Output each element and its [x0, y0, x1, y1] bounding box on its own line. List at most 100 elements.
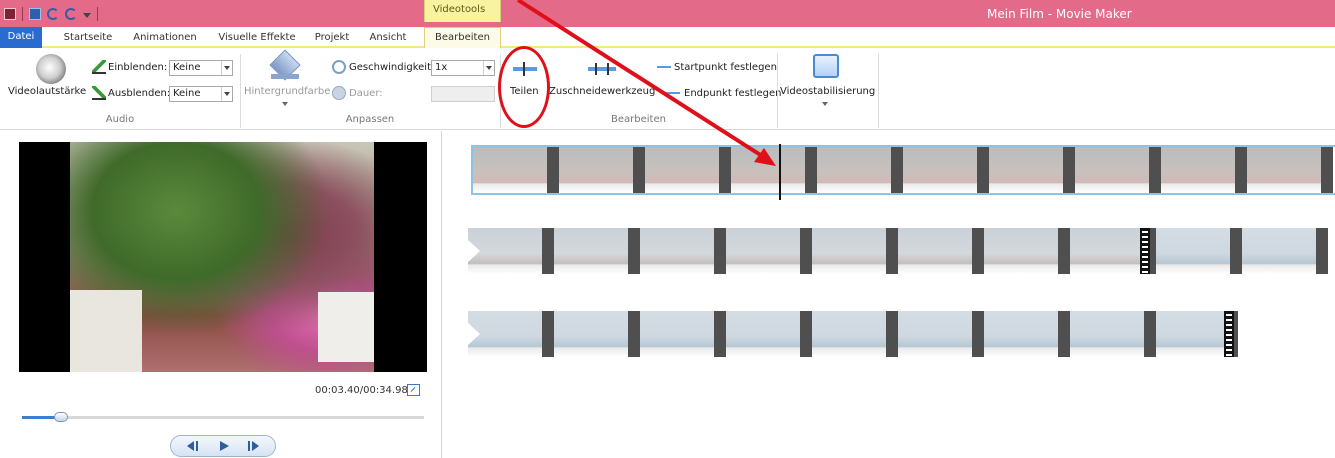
stabilization-icon[interactable] [813, 54, 839, 78]
clip-thumbnail [1247, 147, 1321, 193]
audio-waveform [1070, 343, 1144, 357]
clip-thumbnail [1156, 228, 1230, 274]
audio-waveform [1247, 179, 1321, 193]
tab-ansicht[interactable]: Ansicht [366, 30, 410, 48]
clip-gap [891, 147, 903, 193]
clip-thumbnail [1156, 311, 1230, 357]
clip-thumbnail [1242, 228, 1316, 274]
transition-arrow-icon [468, 240, 480, 262]
audio-waveform [812, 260, 886, 274]
audio-waveform [898, 343, 972, 357]
clip-gap [1149, 147, 1161, 193]
video-clip-strip[interactable] [468, 228, 1335, 274]
clip-thumbnail [554, 311, 628, 357]
speed-value: 1x [435, 62, 448, 73]
background-color-label[interactable]: Hintergrundfarbe [244, 86, 330, 97]
window-title: Mein Film - Movie Maker [987, 7, 1132, 21]
speed-select[interactable]: 1x [431, 60, 495, 76]
trim-tool-button[interactable]: Zuschneidewerkzeug [549, 86, 655, 97]
clip-gap [1144, 311, 1156, 357]
chevron-down-icon[interactable] [221, 87, 232, 101]
video-preview[interactable] [19, 142, 427, 372]
clip-thumbnail [984, 311, 1058, 357]
play-icon[interactable] [209, 438, 239, 454]
stopwatch-icon [332, 86, 346, 100]
fade-in-icon [92, 60, 106, 74]
film-perforation-icon [1224, 311, 1234, 357]
chevron-down-icon[interactable] [282, 102, 288, 106]
speed-icon [332, 60, 346, 74]
playhead[interactable] [779, 144, 781, 200]
chevron-down-icon[interactable] [822, 102, 828, 106]
chevron-down-icon[interactable] [483, 61, 494, 75]
audio-waveform [645, 179, 719, 193]
tab-bearbeiten[interactable]: Bearbeiten [424, 27, 501, 48]
clip-thumbnail [898, 228, 972, 274]
clip-gap [886, 311, 898, 357]
duration-input[interactable] [431, 86, 495, 102]
audio-waveform [1156, 260, 1230, 274]
clip-thumbnail [989, 147, 1063, 193]
set-end-point-button[interactable]: Endpunkt festlegen [684, 88, 782, 99]
clip-thumbnail [731, 147, 805, 193]
playback-controls [170, 435, 276, 457]
customize-toolbar-icon[interactable] [83, 12, 91, 19]
tab-visuelle-effekte[interactable]: Visuelle Effekte [214, 30, 300, 48]
clip-thumbnail [1075, 147, 1149, 193]
clip-thumbnail [473, 147, 547, 193]
seek-bar[interactable] [22, 412, 424, 422]
clip-thumbnail [640, 311, 714, 357]
fade-out-icon [92, 86, 106, 100]
clip-gap [542, 228, 554, 274]
speaker-icon[interactable] [36, 54, 66, 84]
seek-handle[interactable] [53, 412, 68, 422]
clip-thumbnail [984, 228, 1058, 274]
title-bar: Videotools Mein Film - Movie Maker [0, 0, 1335, 27]
previous-frame-icon[interactable] [175, 438, 205, 454]
video-stabilization-button[interactable]: Videostabilisierung [780, 86, 875, 97]
save-icon[interactable] [29, 8, 41, 20]
tab-animationen[interactable]: Animationen [130, 30, 200, 48]
audio-group-label: Audio [105, 114, 135, 125]
time-readout: 00:03.40/00:34.98 [315, 385, 408, 396]
audio-waveform [468, 343, 542, 357]
set-start-point-button[interactable]: Startpunkt festlegen [674, 62, 777, 73]
audio-waveform [726, 343, 800, 357]
audio-waveform [1161, 179, 1235, 193]
fade-in-select[interactable]: Keine [169, 60, 233, 76]
app-menu-icon[interactable] [4, 8, 16, 20]
preview-pane: 00:03.40/00:34.98 [0, 131, 442, 458]
video-clip-strip[interactable] [471, 145, 1335, 195]
audio-waveform [640, 343, 714, 357]
video-clip-strip[interactable] [468, 311, 1238, 357]
clip-gap [972, 228, 984, 274]
clip-thumbnail [812, 228, 886, 274]
trim-icon[interactable] [588, 63, 616, 75]
redo-icon[interactable] [65, 8, 77, 20]
toolbar-separator [97, 7, 98, 21]
audio-waveform [554, 260, 628, 274]
audio-waveform [1075, 179, 1149, 193]
fullscreen-icon[interactable] [407, 384, 420, 396]
audio-waveform [731, 179, 805, 193]
audio-waveform [984, 343, 1058, 357]
annotation-circle [498, 46, 550, 128]
ribbon: Videolautstärke Einblenden: Keine Ausble… [0, 48, 1335, 130]
tab-startseite[interactable]: Startseite [58, 30, 118, 48]
audio-waveform [1070, 260, 1144, 274]
clip-thumbnail [645, 147, 719, 193]
clip-thumbnail [559, 147, 633, 193]
tab-projekt[interactable]: Projekt [312, 30, 352, 48]
next-frame-icon[interactable] [241, 438, 271, 454]
clip-gap [977, 147, 989, 193]
clip-thumbnail [817, 147, 891, 193]
clip-thumbnail [726, 311, 800, 357]
audio-waveform [554, 343, 628, 357]
tab-datei[interactable]: Datei [0, 27, 42, 48]
video-volume-label[interactable]: Videolautstärke [8, 86, 86, 97]
toolbar-separator [22, 7, 23, 21]
undo-icon[interactable] [47, 8, 59, 20]
chevron-down-icon[interactable] [221, 61, 232, 75]
fade-out-select[interactable]: Keine [169, 86, 233, 102]
clip-thumbnail [640, 228, 714, 274]
